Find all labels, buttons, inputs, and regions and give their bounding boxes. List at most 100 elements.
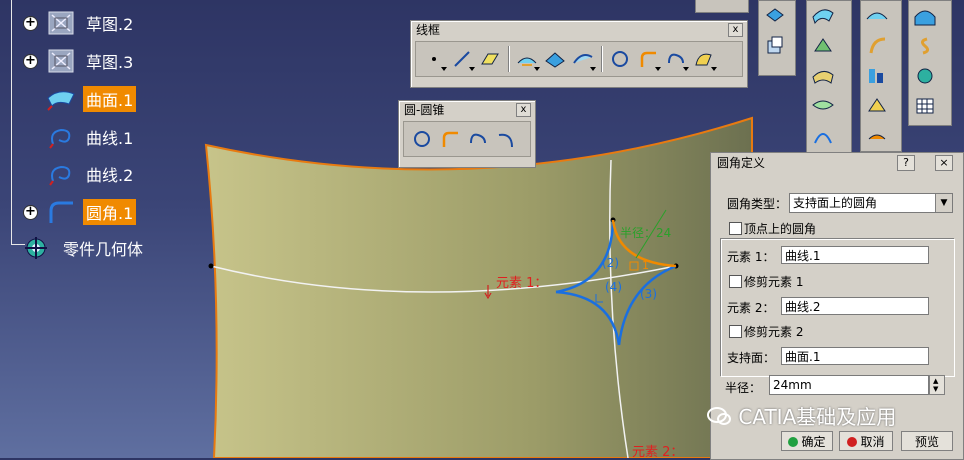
corner-label-4: (4)	[605, 280, 622, 294]
corner-label-3: (3)	[640, 287, 657, 301]
connect-curve-button[interactable]	[662, 45, 690, 73]
radius-annotation: 半径：24	[620, 226, 672, 240]
point-button[interactable]	[420, 45, 448, 73]
element2-annotation: 元素 2：	[632, 445, 684, 460]
corner-label-2: (2)	[602, 256, 619, 270]
tool-button[interactable]	[909, 91, 941, 121]
corner-button[interactable]	[634, 45, 662, 73]
tool-button[interactable]	[861, 1, 893, 31]
surface-icon	[47, 91, 75, 111]
tree-trunk	[11, 0, 12, 244]
radius-input[interactable]: 24mm	[769, 375, 929, 395]
corner-button[interactable]	[436, 125, 464, 153]
tool-button[interactable]	[909, 1, 941, 31]
tree-label-curve2[interactable]: 曲线.2	[83, 161, 136, 187]
corner-label-1: 1	[642, 259, 649, 272]
preview-button[interactable]: 预览	[901, 431, 953, 451]
trim-element1-label: 修剪元素 1	[744, 275, 804, 289]
expand-icon[interactable]: +	[24, 16, 37, 30]
tree-label-sketch3[interactable]: 草图.3	[83, 48, 136, 74]
vertical-toolbar-3	[806, 0, 852, 154]
corner-type-label: 圆角类型：	[727, 197, 788, 211]
tool-button[interactable]	[759, 31, 791, 61]
chevron-down-icon[interactable]: ▼	[935, 194, 952, 212]
tool-button[interactable]	[861, 91, 893, 121]
circle-button[interactable]	[606, 45, 634, 73]
line-button[interactable]	[448, 45, 476, 73]
conic-button[interactable]	[492, 125, 520, 153]
cancel-button[interactable]: 取消	[839, 431, 893, 451]
support-field[interactable]: 曲面.1	[781, 347, 929, 365]
trim-element1-checkbox[interactable]	[729, 275, 742, 288]
element1-annotation: 元素 1：	[496, 276, 548, 291]
plane-button[interactable]	[476, 45, 504, 73]
ok-icon	[788, 437, 799, 447]
tree-label-corner1[interactable]: 圆角.1	[83, 199, 137, 225]
sketch-icon	[48, 49, 74, 73]
tool-button[interactable]	[861, 61, 893, 91]
support-label: 支持面：	[727, 351, 776, 365]
vertical-toolbar-1	[695, 0, 749, 13]
circle-button[interactable]	[408, 125, 436, 153]
close-icon[interactable]: x	[516, 103, 531, 117]
tree-item-curve2[interactable]: 曲线.2	[24, 159, 136, 189]
expand-icon[interactable]: +	[24, 54, 37, 68]
tool-button[interactable]	[909, 31, 941, 61]
trim-element2-label: 修剪元素 2	[744, 325, 804, 339]
projection-button[interactable]	[513, 45, 541, 73]
tool-button[interactable]	[807, 121, 839, 151]
spline-button[interactable]	[690, 45, 718, 73]
tree-label-curve1[interactable]: 曲线.1	[83, 124, 136, 150]
cancel-icon	[847, 437, 858, 447]
tree-item-sketch2[interactable]: + 草图.2	[24, 8, 136, 38]
circle-conic-toolbar-title[interactable]: 圆-圆锥 x	[399, 101, 535, 119]
sketch-icon	[48, 11, 74, 35]
tree-item-part-body[interactable]: 零件几何体	[24, 233, 146, 263]
connect-curve-button[interactable]	[464, 125, 492, 153]
tool-button[interactable]	[807, 91, 839, 121]
corner-type-select[interactable]: 支持面上的圆角 ▼	[789, 193, 953, 213]
tool-button[interactable]	[807, 1, 839, 31]
tree-item-sketch3[interactable]: + 草图.3	[24, 46, 136, 76]
corner-icon	[49, 201, 73, 223]
close-button[interactable]: ×	[935, 155, 953, 171]
wireframe-toolbar[interactable]: 线框 x	[410, 20, 748, 88]
trim-element2-checkbox[interactable]	[729, 325, 742, 338]
tree-label-sketch2[interactable]: 草图.2	[83, 10, 136, 36]
radius-spinner[interactable]: ▲ ▼	[929, 375, 945, 395]
element2-label: 元素 2：	[727, 301, 775, 315]
close-icon[interactable]: x	[728, 23, 743, 37]
vertex-corner-checkbox[interactable]	[729, 222, 742, 235]
dialog-title: 圆角定义	[717, 156, 766, 170]
dialog-title-bar[interactable]: 圆角定义 ? ×	[711, 153, 963, 173]
curve-icon	[49, 165, 71, 186]
ok-button[interactable]: 确定	[781, 431, 833, 451]
help-button[interactable]: ?	[897, 155, 915, 171]
tree-item-corner1[interactable]: + 圆角.1	[24, 197, 137, 227]
tool-button[interactable]	[759, 1, 791, 31]
tool-button[interactable]	[807, 61, 839, 91]
vertical-toolbar-2	[758, 0, 796, 76]
circle-conic-toolbar[interactable]: 圆-圆锥 x	[398, 100, 536, 168]
radius-label: 半径：	[725, 381, 762, 395]
parallel-curve-button[interactable]	[569, 45, 597, 73]
surface-face[interactable]	[204, 116, 753, 458]
element1-label: 元素 1：	[727, 250, 775, 264]
tree-label-surface1[interactable]: 曲面.1	[83, 86, 137, 112]
element1-field[interactable]: 曲线.1	[781, 246, 929, 264]
vertex-corner-label: 顶点上的圆角	[744, 222, 817, 236]
wireframe-toolbar-title[interactable]: 线框 x	[411, 21, 747, 39]
intersection-button[interactable]	[541, 45, 569, 73]
tool-button[interactable]	[861, 121, 893, 151]
tree-item-surface1[interactable]: 曲面.1	[24, 84, 137, 114]
element2-field[interactable]: 曲线.2	[781, 297, 929, 315]
curve-icon	[49, 128, 71, 149]
tool-button[interactable]	[861, 31, 893, 61]
tree-item-curve1[interactable]: 曲线.1	[24, 122, 136, 152]
expand-icon[interactable]: +	[24, 205, 37, 219]
tree-label-part-body[interactable]: 零件几何体	[60, 235, 146, 261]
vertical-toolbar-4	[860, 0, 902, 152]
tool-button[interactable]	[909, 61, 941, 91]
tool-button[interactable]	[807, 31, 839, 61]
vertical-toolbar-5	[908, 0, 952, 126]
